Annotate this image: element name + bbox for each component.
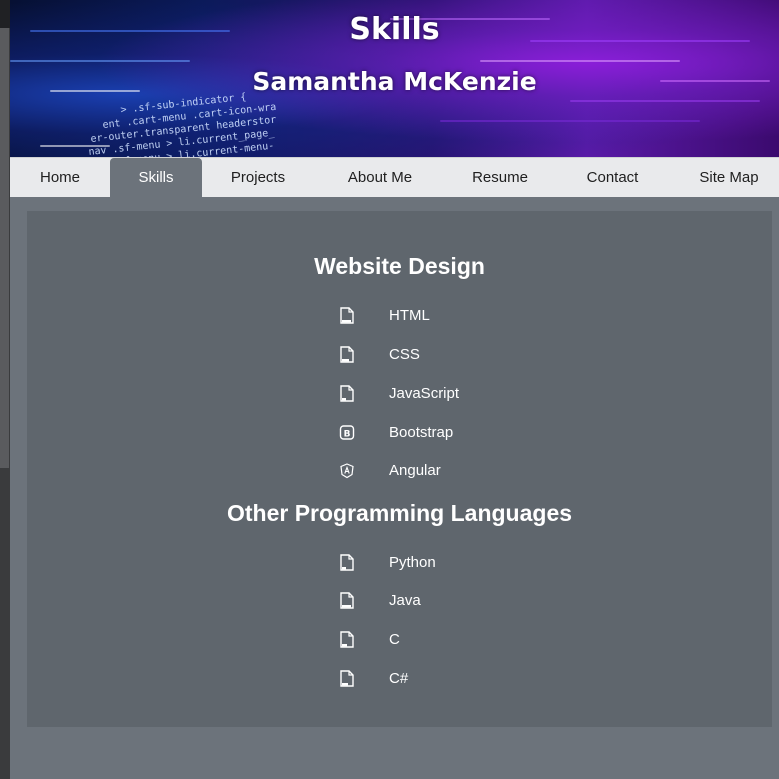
skill-label: Python — [389, 554, 436, 571]
header-banner: > .sf-sub-indicator { ent .cart-menu .ca… — [10, 0, 779, 157]
python-file-icon — [340, 554, 354, 571]
svg-text:B: B — [344, 430, 351, 440]
skill-label: CSS — [389, 346, 420, 363]
skill-label: HTML — [389, 307, 430, 324]
nav-resume[interactable]: Resume — [455, 158, 545, 197]
c-file-icon — [340, 631, 354, 648]
skill-item-c: C — [339, 631, 639, 653]
skill-label: JavaScript — [389, 385, 460, 402]
nav-site-map[interactable]: Site Map — [682, 158, 776, 197]
page-title: Skills — [349, 12, 440, 47]
js-file-icon — [340, 385, 354, 402]
skill-item-html: HTML — [339, 307, 639, 329]
html-file-icon — [340, 307, 354, 324]
banner-streak — [570, 100, 760, 102]
skill-label: Angular — [389, 462, 441, 479]
section-title-other-languages: Other Programming Languages — [226, 500, 573, 526]
banner-streak — [440, 120, 700, 122]
skill-item-css: CSS — [339, 346, 639, 368]
css-file-icon — [340, 346, 354, 363]
java-file-icon — [340, 592, 354, 609]
skill-item-java: Java — [339, 592, 639, 614]
banner-streak — [10, 60, 190, 62]
banner-streak — [480, 60, 680, 62]
nav-skills[interactable]: Skills — [110, 158, 202, 197]
skill-label: Bootstrap — [389, 424, 454, 441]
page: > .sf-sub-indicator { ent .cart-menu .ca… — [10, 0, 779, 779]
skill-label: Java — [389, 592, 421, 609]
main-nav: Home Skills Projects About Me Resume Con… — [10, 157, 779, 197]
skill-label: C# — [389, 670, 409, 687]
skill-item-bootstrap: B Bootstrap — [339, 424, 639, 446]
nav-projects[interactable]: Projects — [208, 158, 308, 197]
bootstrap-icon: B — [339, 425, 355, 440]
skills-card: Website Design HTML CSS JavaScript B Boo… — [27, 211, 772, 727]
skill-item-python: Python — [339, 554, 639, 576]
scrollbar-thumb[interactable] — [0, 28, 9, 468]
nav-about-me[interactable]: About Me — [328, 158, 432, 197]
skill-item-angular: Angular — [339, 462, 639, 484]
skill-item-javascript: JavaScript — [339, 385, 639, 407]
window-edge-top — [0, 0, 10, 28]
skill-label: C — [389, 631, 400, 648]
page-subtitle: Samantha McKenzie — [252, 67, 537, 96]
csharp-file-icon — [340, 670, 354, 687]
angular-icon — [340, 463, 354, 479]
nav-contact[interactable]: Contact — [570, 158, 655, 197]
nav-home[interactable]: Home — [10, 158, 110, 197]
section-title-website-design: Website Design — [314, 253, 485, 279]
window-edge — [0, 0, 10, 779]
skill-item-csharp: C# — [339, 670, 639, 692]
